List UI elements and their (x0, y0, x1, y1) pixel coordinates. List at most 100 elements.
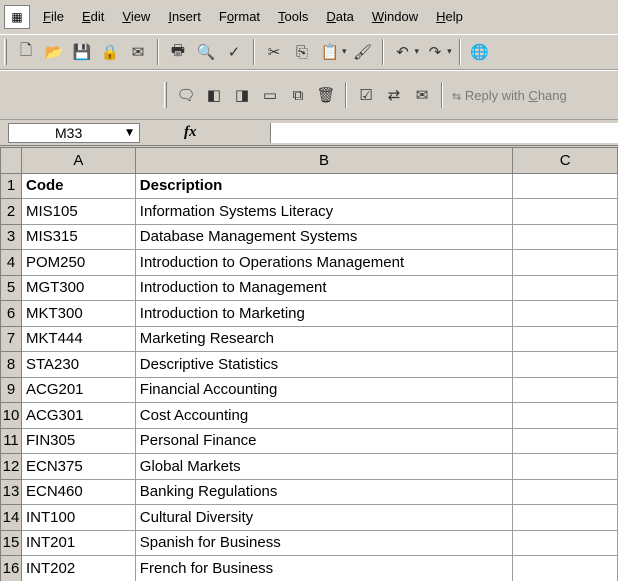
cell-a[interactable]: Code (20, 172, 136, 199)
row-header[interactable]: 16 (0, 555, 22, 581)
menu-data[interactable]: Data (317, 0, 362, 34)
paste-icon[interactable]: 📋 (318, 39, 342, 65)
hyperlink-icon[interactable]: 🌐 (468, 39, 492, 65)
cell-b[interactable]: Personal Finance (134, 427, 514, 454)
reply-with-changes-button[interactable]: ⇆ Reply with Chang (452, 88, 567, 103)
menu-insert[interactable]: Insert (159, 0, 210, 34)
cell-c[interactable] (512, 427, 618, 454)
cell-b[interactable]: Introduction to Operations Management (134, 249, 514, 276)
cell-a[interactable]: MKT300 (20, 300, 136, 327)
row-header[interactable]: 9 (0, 376, 22, 403)
cell-c[interactable] (512, 402, 618, 429)
cell-b[interactable]: Financial Accounting (134, 376, 514, 403)
email-icon[interactable]: ✉ (126, 39, 150, 65)
cell-a[interactable]: ACG201 (20, 376, 136, 403)
cell-c[interactable] (512, 376, 618, 403)
menu-tools[interactable]: Tools (269, 0, 317, 34)
print-icon[interactable]: 🖶 (166, 39, 190, 65)
toolbar-grip[interactable] (164, 82, 167, 108)
undo-icon[interactable]: ↶ (391, 39, 415, 65)
update-file-icon[interactable]: ⇄ (382, 82, 406, 108)
menu-window[interactable]: Window (363, 0, 427, 34)
cut-icon[interactable]: ✂ (262, 39, 286, 65)
delete-comment-icon[interactable]: 🗑 (314, 82, 338, 108)
insert-function-icon[interactable]: fx (184, 124, 197, 141)
cell-a[interactable]: MGT300 (20, 274, 136, 301)
row-header[interactable]: 7 (0, 325, 22, 352)
toolbar-grip[interactable] (4, 39, 7, 65)
cell-c[interactable] (512, 529, 618, 556)
cell-a[interactable]: ACG301 (20, 402, 136, 429)
name-box[interactable]: M33 ▼ (8, 122, 140, 143)
menu-edit[interactable]: Edit (73, 0, 113, 34)
row-header[interactable]: 14 (0, 504, 22, 531)
print-preview-icon[interactable]: 🔍 (194, 39, 218, 65)
save-icon[interactable]: 💾 (70, 39, 94, 65)
row-header[interactable]: 10 (0, 402, 22, 429)
menu-format[interactable]: Format (210, 0, 269, 34)
track-changes-icon[interactable]: ☑ (354, 82, 378, 108)
cell-c[interactable] (512, 172, 618, 199)
cell-b[interactable]: Descriptive Statistics (134, 351, 514, 378)
undo-dropdown-icon[interactable]: ▾ (415, 47, 420, 57)
cell-b[interactable]: Cultural Diversity (134, 504, 514, 531)
row-header[interactable]: 12 (0, 453, 22, 480)
row-header[interactable]: 4 (0, 249, 22, 276)
show-comment-icon[interactable]: ▭ (258, 82, 282, 108)
cell-c[interactable] (512, 249, 618, 276)
cell-b[interactable]: Global Markets (134, 453, 514, 480)
cell-c[interactable] (512, 223, 618, 250)
excel-doc-icon[interactable]: ▦ (4, 5, 30, 29)
cell-b[interactable]: Introduction to Marketing (134, 300, 514, 327)
cell-b[interactable]: Information Systems Literacy (134, 198, 514, 225)
cell-c[interactable] (512, 325, 618, 352)
row-header[interactable]: 5 (0, 274, 22, 301)
new-icon[interactable]: 🗋 (14, 39, 38, 65)
cell-c[interactable] (512, 478, 618, 505)
cell-c[interactable] (512, 274, 618, 301)
new-comment-icon[interactable]: 🗨 (174, 82, 198, 108)
cell-a[interactable]: FIN305 (20, 427, 136, 454)
row-header[interactable]: 2 (0, 198, 22, 225)
cell-a[interactable]: INT202 (20, 555, 136, 581)
cell-a[interactable]: INT100 (20, 504, 136, 531)
redo-icon[interactable]: ↷ (423, 39, 447, 65)
cell-c[interactable] (512, 504, 618, 531)
cell-b[interactable]: Database Management Systems (134, 223, 514, 250)
menu-view[interactable]: View (113, 0, 159, 34)
cell-a[interactable]: ECN460 (20, 478, 136, 505)
column-header-b[interactable]: B (134, 147, 514, 174)
open-icon[interactable]: 📂 (42, 39, 66, 65)
row-header[interactable]: 13 (0, 478, 22, 505)
redo-dropdown-icon[interactable]: ▾ (447, 47, 452, 57)
formula-input[interactable] (270, 123, 618, 143)
row-header[interactable]: 3 (0, 223, 22, 250)
row-header[interactable]: 15 (0, 529, 22, 556)
cell-b[interactable]: Spanish for Business (134, 529, 514, 556)
menu-file[interactable]: File (34, 0, 73, 34)
spelling-icon[interactable]: ✓ (222, 39, 246, 65)
menu-help[interactable]: Help (427, 0, 472, 34)
column-header-c[interactable]: C (512, 147, 618, 174)
cell-a[interactable]: STA230 (20, 351, 136, 378)
next-comment-icon[interactable]: ◨ (230, 82, 254, 108)
cell-a[interactable]: INT201 (20, 529, 136, 556)
cell-b[interactable]: Cost Accounting (134, 402, 514, 429)
copy-icon[interactable]: ⎘ (290, 39, 314, 65)
send-review-icon[interactable]: ✉ (410, 82, 434, 108)
previous-comment-icon[interactable]: ◧ (202, 82, 226, 108)
cell-a[interactable]: MIS105 (20, 198, 136, 225)
row-header[interactable]: 1 (0, 172, 22, 199)
cell-c[interactable] (512, 351, 618, 378)
cell-c[interactable] (512, 555, 618, 581)
cell-c[interactable] (512, 300, 618, 327)
show-all-comments-icon[interactable]: ⧉ (286, 82, 310, 108)
cell-b[interactable]: Introduction to Management (134, 274, 514, 301)
paste-dropdown-icon[interactable]: ▾ (342, 47, 347, 57)
cell-a[interactable]: MIS315 (20, 223, 136, 250)
row-header[interactable]: 8 (0, 351, 22, 378)
cell-c[interactable] (512, 198, 618, 225)
select-all-corner[interactable] (0, 147, 22, 174)
row-header[interactable]: 11 (0, 427, 22, 454)
cell-c[interactable] (512, 453, 618, 480)
